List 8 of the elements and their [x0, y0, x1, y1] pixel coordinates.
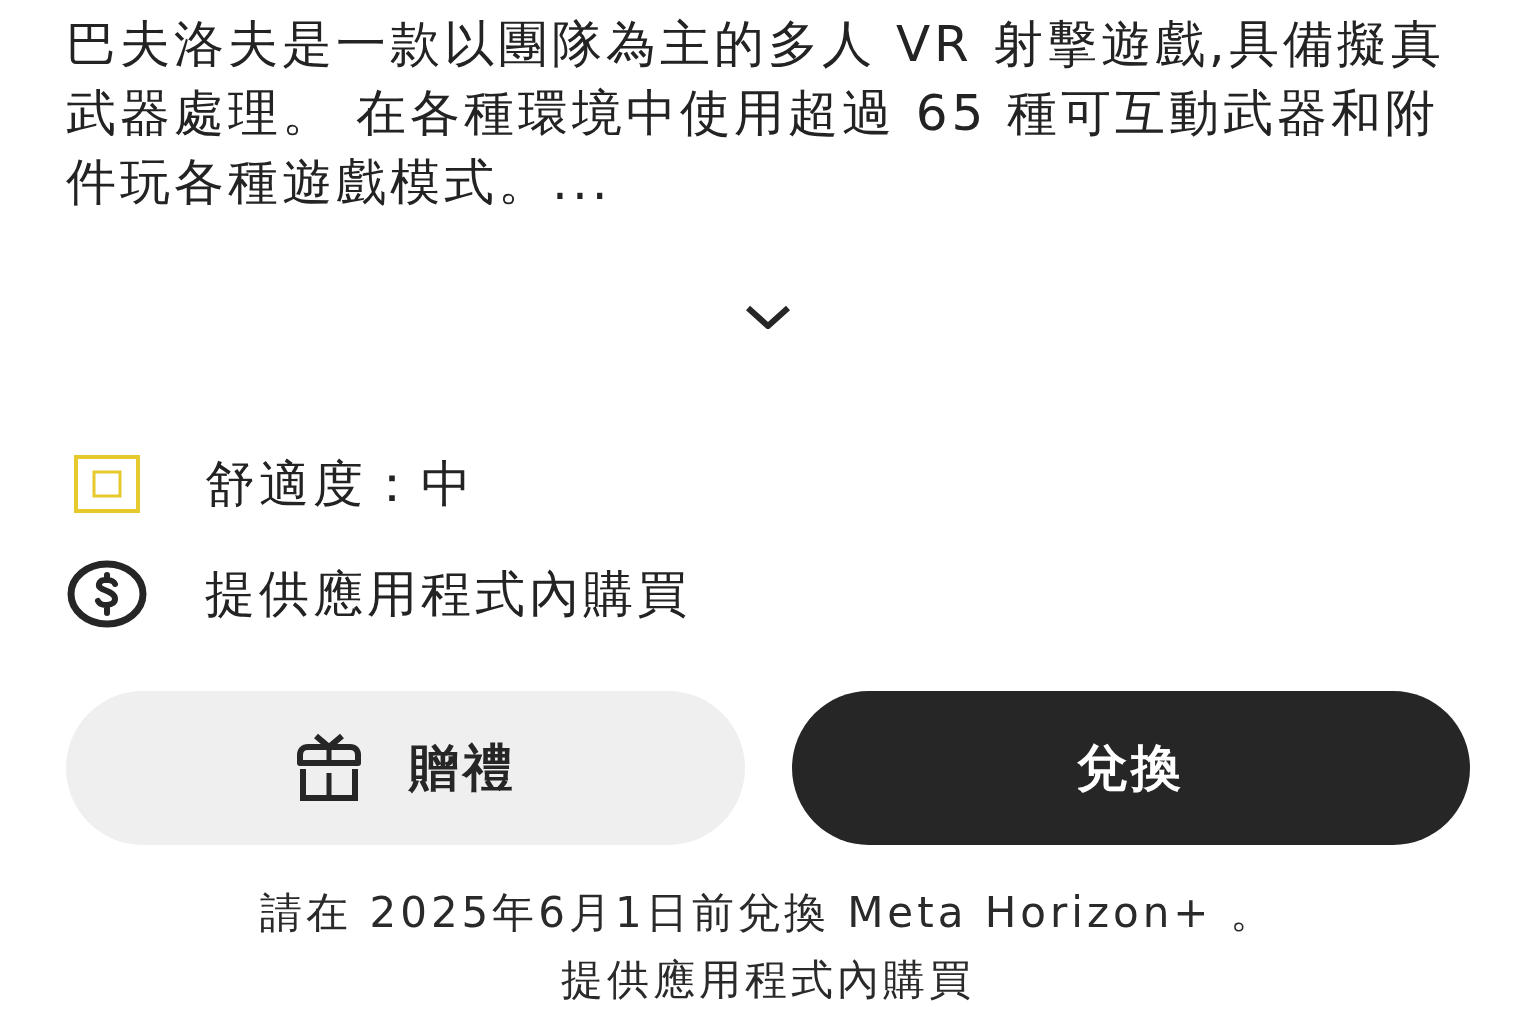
in-app-purchases-text: 提供應用程式內購買 — [561, 954, 975, 1006]
redeem-deadline-text: 請在 2025年6月1日前兌換 Meta Horizon+ 。 — [260, 887, 1276, 939]
dollar-coin-icon — [67, 560, 147, 628]
feature-text: 舒適度：中 — [205, 454, 475, 515]
redeem-button[interactable]: 兌換 — [791, 691, 1470, 845]
feature-text: 提供應用程式內購買 — [205, 564, 691, 625]
gift-button[interactable]: 贈禮 — [66, 691, 745, 845]
description-text: 巴夫洛夫是一款以團隊為主的多人 VR 射擊遊戲,具備擬真武器處理。 在各種環境中使用超過 65 種可互動武器和附件玩各種遊戲模式。... — [66, 14, 1446, 213]
